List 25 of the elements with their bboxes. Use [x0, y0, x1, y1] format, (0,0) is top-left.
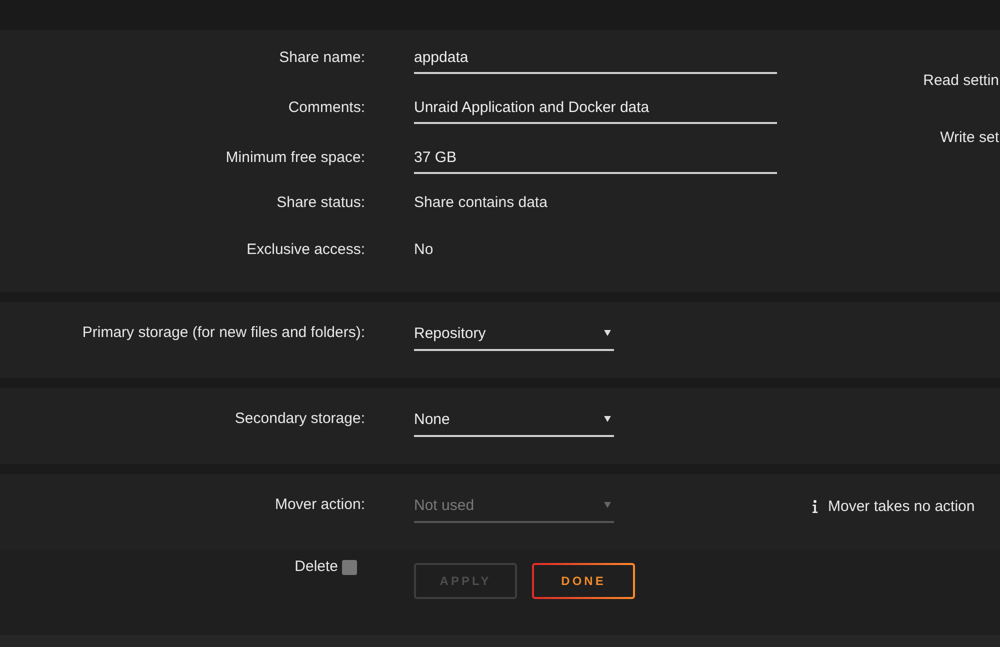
field-value: Share contains data [414, 193, 548, 213]
field-label: Share name: [279, 48, 365, 68]
info-text: Mover takes no action [828, 498, 975, 514]
dropdown-select[interactable]: Repository [414, 317, 614, 351]
field-value: No [414, 240, 434, 260]
text-input[interactable]: appdata [414, 42, 777, 74]
field-label: Secondary storage: [234, 409, 365, 429]
caret-icon [604, 502, 611, 508]
field-label: Mover action: [274, 495, 365, 515]
setting-label: Read settin [923, 71, 999, 91]
info-icon [812, 500, 818, 512]
text-input[interactable]: Unraid Application and Docker data [414, 92, 777, 124]
text-input[interactable]: 37 GB [414, 142, 777, 174]
field-label: Exclusive access: [246, 240, 365, 260]
field-label: Share status: [276, 193, 365, 213]
dropdown-select[interactable]: None [414, 403, 614, 437]
caret-icon [604, 416, 611, 422]
caret-icon [604, 330, 611, 336]
field-label: Minimum free space: [226, 148, 365, 168]
field-label: Primary storage (for new files and folders): [82, 323, 365, 343]
field-label: Comments: [288, 98, 365, 118]
action-button[interactable]: DONE [532, 563, 635, 599]
setting-label: Write set [940, 128, 999, 148]
checkbox[interactable] [342, 560, 357, 574]
delete-label: Delete [294, 557, 338, 577]
